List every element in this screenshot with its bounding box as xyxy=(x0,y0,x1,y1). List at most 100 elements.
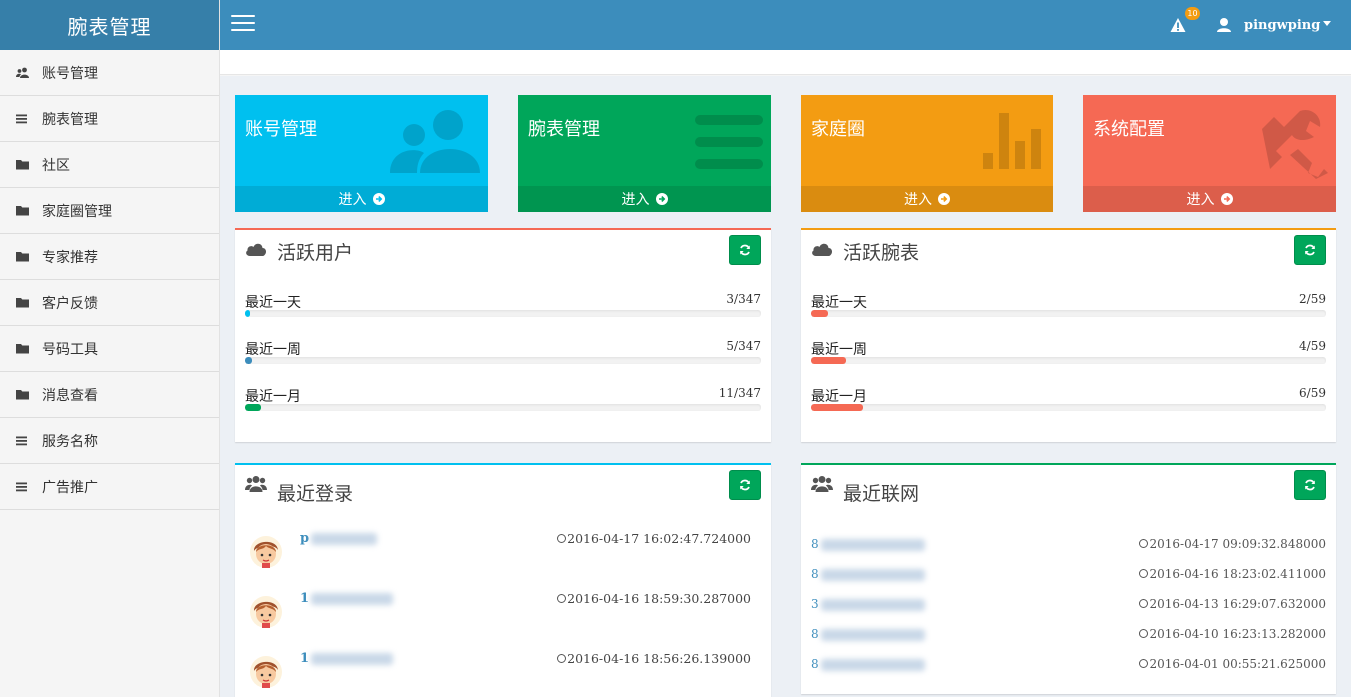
recent-network-refresh-button[interactable] xyxy=(1294,470,1326,500)
stat-row: 最近一月 6/59 xyxy=(811,386,1326,416)
device-id: 3 xyxy=(811,597,819,611)
tile-0[interactable]: 账号管理 进入 xyxy=(235,95,488,212)
stat-count: 11/347 xyxy=(718,386,761,400)
stat-count: 3/347 xyxy=(726,292,761,306)
sidebar-item-6[interactable]: 号码工具 xyxy=(0,326,219,372)
sidebar-item-1[interactable]: 腕表管理 xyxy=(0,96,219,142)
recent-logins-refresh-button[interactable] xyxy=(729,470,761,500)
device-id-link[interactable]: 8 xyxy=(811,537,925,551)
folder-icon xyxy=(16,389,42,400)
stat-label: 最近一月 xyxy=(811,389,867,405)
arrow-circle-right-icon xyxy=(938,193,950,205)
stat-count: 4/59 xyxy=(1299,339,1326,353)
tile-title: 腕表管理 xyxy=(528,119,600,140)
network-time-text: 2016-04-01 00:55:21.625000 xyxy=(1149,657,1326,671)
tile-footer-label: 进入 xyxy=(338,192,367,208)
progress-fill xyxy=(811,310,829,317)
top-navbar: 10 pingwping xyxy=(220,0,1351,50)
login-username-link[interactable]: 1 xyxy=(300,651,394,666)
clock-icon xyxy=(557,594,567,603)
folder-icon xyxy=(16,297,42,308)
cloud-icon xyxy=(245,240,267,262)
stat-count: 5/347 xyxy=(726,339,761,353)
network-time-text: 2016-04-10 16:23:13.282000 xyxy=(1149,627,1326,641)
sidebar-item-8[interactable]: 服务名称 xyxy=(0,418,219,464)
tile-enter-link[interactable]: 进入 xyxy=(1083,186,1336,212)
refresh-icon xyxy=(1305,244,1315,256)
network-row: 3 2016-04-13 16:29:07.632000 xyxy=(811,597,1326,627)
folder-icon xyxy=(16,251,42,262)
tile-enter-link[interactable]: 进入 xyxy=(801,186,1053,212)
recent-network-box: 最近联网 8 2016-04-17 09:09:32.848000 8 2016-04… xyxy=(801,463,1336,694)
refresh-icon xyxy=(740,479,750,491)
sidebar-item-9[interactable]: 广告推广 xyxy=(0,464,219,510)
stat-row: 最近一月 11/347 xyxy=(245,386,761,416)
login-time: 2016-04-16 18:59:30.287000 xyxy=(557,591,751,606)
sidebar-item-label: 广告推广 xyxy=(42,479,98,496)
sidebar-item-4[interactable]: 专家推荐 xyxy=(0,234,219,280)
folder-icon xyxy=(16,159,42,170)
brand-title[interactable]: 腕表管理 xyxy=(0,0,219,50)
tile-2[interactable]: 家庭圈 进入 xyxy=(801,95,1053,212)
active-watches-refresh-button[interactable] xyxy=(1294,235,1326,265)
login-row: p 2016-04-17 16:02:47.724000 xyxy=(245,531,761,587)
device-id-link[interactable]: 8 xyxy=(811,567,925,581)
progress-fill xyxy=(245,310,251,317)
network-row: 8 2016-04-17 09:09:32.848000 xyxy=(811,537,1326,567)
login-time: 2016-04-17 16:02:47.724000 xyxy=(557,531,751,546)
list-icon xyxy=(693,109,765,175)
network-time-text: 2016-04-17 09:09:32.848000 xyxy=(1149,537,1326,551)
network-row: 8 2016-04-16 18:23:02.411000 xyxy=(811,567,1326,597)
user-menu[interactable]: pingwping xyxy=(1216,14,1332,36)
sidebar-item-0[interactable]: 账号管理 xyxy=(0,50,219,96)
list-icon xyxy=(16,114,42,124)
menu-toggle-icon[interactable] xyxy=(231,15,255,35)
refresh-icon xyxy=(1305,479,1315,491)
users-icon xyxy=(811,475,833,497)
tile-3[interactable]: 系统配置 进入 xyxy=(1083,95,1336,212)
network-row: 8 2016-04-10 16:23:13.282000 xyxy=(811,627,1326,657)
sidebar-item-3[interactable]: 家庭圈管理 xyxy=(0,188,219,234)
tools-icon xyxy=(1254,109,1330,183)
active-users-box: 活跃用户 最近一天 3/347 最近一周 5/347 最近一月 11/347 xyxy=(235,228,771,442)
users-icon xyxy=(390,109,482,177)
stat-row: 最近一天 2/59 xyxy=(811,292,1326,322)
network-time: 2016-04-17 09:09:32.848000 xyxy=(1139,537,1326,551)
active-users-refresh-button[interactable] xyxy=(729,235,761,265)
device-id: 8 xyxy=(811,537,819,551)
progress-bar xyxy=(245,357,761,364)
network-time: 2016-04-13 16:29:07.632000 xyxy=(1139,597,1326,611)
clock-icon xyxy=(1139,659,1149,668)
network-time: 2016-04-10 16:23:13.282000 xyxy=(1139,627,1326,641)
login-time-text: 2016-04-16 18:56:26.139000 xyxy=(567,651,751,666)
login-username-link[interactable]: p xyxy=(300,531,378,546)
tile-1[interactable]: 腕表管理进入 xyxy=(518,95,771,212)
progress-bar xyxy=(811,357,1326,364)
device-id-link[interactable]: 3 xyxy=(811,597,925,611)
tile-enter-link[interactable]: 进入 xyxy=(518,186,771,212)
arrow-circle-right-icon xyxy=(372,193,385,205)
sidebar-item-label: 号码工具 xyxy=(42,341,98,358)
tile-enter-link[interactable]: 进入 xyxy=(235,186,488,212)
username: pingwping xyxy=(1244,17,1321,33)
stat-label: 最近一周 xyxy=(245,342,301,358)
login-username-link[interactable]: 1 xyxy=(300,591,394,606)
sidebar-item-7[interactable]: 消息查看 xyxy=(0,372,219,418)
sidebar-item-label: 家庭圈管理 xyxy=(42,203,112,220)
device-id-link[interactable]: 8 xyxy=(811,657,925,671)
sidebar-item-label: 腕表管理 xyxy=(42,111,98,128)
active-users-title: 活跃用户 xyxy=(277,242,354,264)
clock-icon xyxy=(1139,629,1149,638)
login-row: 1 2016-04-16 18:59:30.287000 xyxy=(245,591,761,647)
progress-fill xyxy=(811,404,864,411)
redacted-text xyxy=(311,592,394,605)
sidebar-item-5[interactable]: 客户反馈 xyxy=(0,280,219,326)
sidebar-item-2[interactable]: 社区 xyxy=(0,142,219,188)
device-id-link[interactable]: 8 xyxy=(811,627,925,641)
tile-footer-label: 进入 xyxy=(904,192,932,208)
network-time: 2016-04-16 18:23:02.411000 xyxy=(1139,567,1326,581)
stat-label: 最近一月 xyxy=(245,389,301,405)
sidebar: 腕表管理 账号管理 腕表管理 社区 家庭圈管理 专家推荐 客户反馈 号码工具 消息查看 服务名称… xyxy=(0,0,220,697)
avatar xyxy=(249,595,283,629)
login-username: 1 xyxy=(300,591,310,606)
